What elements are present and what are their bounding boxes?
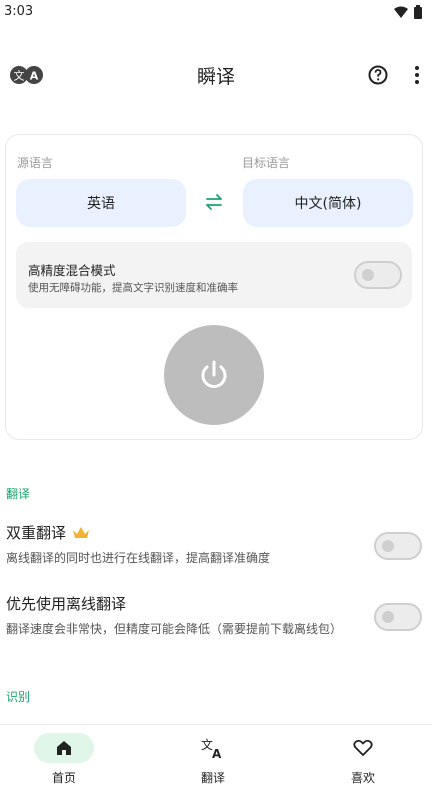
toggle-knob [382, 540, 394, 552]
toggle-knob [382, 611, 394, 623]
high-precision-toggle[interactable] [354, 261, 402, 289]
status-bar: 3:03 [0, 0, 432, 26]
setting-title-text: 优先使用离线翻译 [6, 595, 127, 613]
mode-title: 高精度混合模式 [28, 263, 116, 278]
toggle-knob [362, 269, 374, 281]
nav-item-translate[interactable]: 文 A 翻译 [168, 733, 258, 786]
setting-title-text: 双重翻译 [6, 524, 67, 542]
app-bar: 文 A 瞬译 [0, 50, 432, 100]
setting-title: 优先使用离线翻译 [6, 593, 426, 614]
crown-icon [73, 526, 90, 538]
more-options-icon[interactable] [412, 64, 422, 86]
heart-icon [353, 739, 373, 756]
dual-translation-toggle[interactable] [374, 532, 422, 560]
target-language-value: 中文(简体) [294, 196, 362, 212]
prefer-offline-toggle[interactable] [374, 603, 422, 631]
source-language-button[interactable]: 英语 [16, 179, 186, 227]
setting-description: 离线翻译的同时也进行在线翻译，提高翻译准确度 [6, 551, 271, 565]
translation-card: 源语言 目标语言 英语 中文(简体) 高精度混合模式 使用无障碍功能，提高文字识… [5, 134, 423, 440]
battery-icon [414, 5, 422, 19]
nav-item-home[interactable]: 首页 [19, 733, 109, 786]
help-icon[interactable] [368, 65, 388, 85]
swap-languages-icon[interactable] [203, 193, 225, 211]
section-header-recognize: 识别 [6, 690, 31, 704]
source-language-label: 源语言 [17, 156, 54, 170]
nav-icon-container: 文 A [168, 733, 258, 763]
nav-icon-container [34, 733, 94, 763]
target-language-button[interactable]: 中文(简体) [243, 179, 413, 227]
svg-text:A: A [212, 747, 222, 759]
bottom-navigation: 首页 文 A 翻译 喜欢 [0, 724, 432, 790]
nav-label-translate: 翻译 [200, 771, 225, 785]
mode-description: 使用无障碍功能，提高文字识别速度和准确率 [28, 282, 238, 294]
source-language-value: 英语 [87, 196, 115, 212]
status-icons [394, 5, 422, 19]
high-precision-mode-row: 高精度混合模式 使用无障碍功能，提高文字识别速度和准确率 [16, 242, 412, 308]
setting-description: 翻译速度会非常快，但精度可能会降低（需要提前下载离线包） [6, 622, 343, 636]
wifi-icon [394, 6, 408, 18]
translate-icon: 文 A [201, 737, 222, 759]
setting-title: 双重翻译 [6, 522, 426, 543]
nav-label-home: 首页 [51, 771, 76, 785]
nav-label-favorites: 喜欢 [350, 771, 375, 785]
start-service-button[interactable] [164, 325, 264, 425]
setting-prefer-offline[interactable]: 优先使用离线翻译 翻译速度会非常快，但精度可能会降低（需要提前下载离线包） [6, 593, 426, 639]
home-icon [57, 741, 71, 755]
nav-icon-container [318, 733, 408, 763]
nav-item-favorites[interactable]: 喜欢 [318, 733, 408, 786]
setting-dual-translation[interactable]: 双重翻译 离线翻译的同时也进行在线翻译，提高翻译准确度 [6, 522, 426, 568]
target-language-label: 目标语言 [242, 156, 291, 170]
power-icon [201, 360, 227, 388]
section-header-translate: 翻译 [6, 487, 31, 501]
status-time: 3:03 [4, 4, 34, 19]
